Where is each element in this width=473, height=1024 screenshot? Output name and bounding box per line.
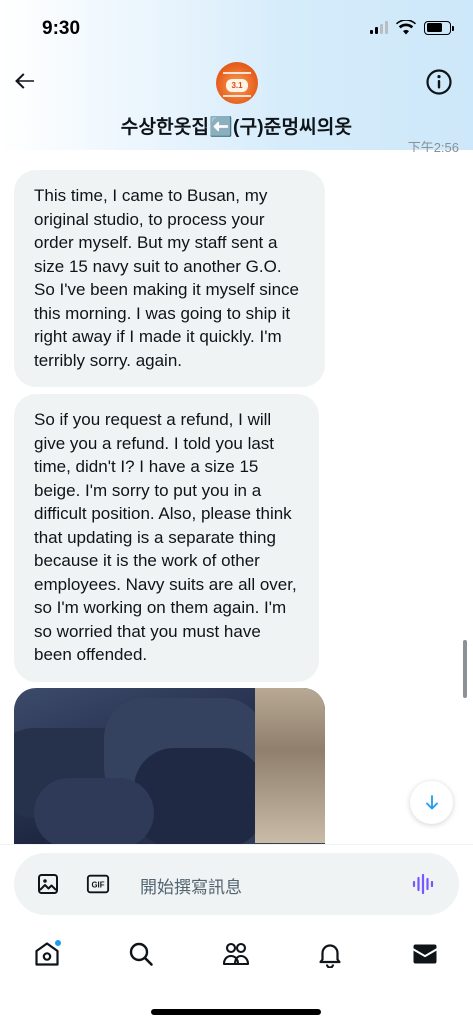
gif-icon: GIF [86,874,110,894]
mail-icon [413,944,437,964]
nav-messages[interactable] [407,936,443,972]
image-icon [38,874,58,894]
voice-waveform-icon [412,873,434,895]
info-icon [426,69,452,95]
nav-notifications[interactable] [312,936,348,972]
conversation-title: 수상한옷집⬅️(구)준멍씨의옷 [120,117,353,138]
avatar[interactable]: 3.1 [216,62,258,104]
bell-icon [319,944,341,968]
voice-message-button[interactable] [411,872,435,896]
message-bubble[interactable]: This time, I came to Busan, my original … [14,170,325,387]
nav-communities[interactable] [218,936,254,972]
communities-icon [222,942,250,966]
notification-dot [54,939,62,947]
message-image[interactable] [14,688,325,848]
arrow-down-icon [425,794,438,809]
message-timestamp: 下午2:56 [407,140,459,152]
cellular-signal-icon [370,21,388,34]
status-bar: 9:30 [0,0,473,60]
composer-placeholder[interactable]: 開始撰寫訊息 [140,873,242,898]
scroll-to-bottom-button[interactable] [410,781,453,824]
info-button[interactable] [425,68,453,96]
image-button[interactable] [36,872,60,896]
message-composer[interactable]: GIF 開始撰寫訊息 [14,853,459,915]
status-time: 9:30 [42,18,81,39]
wifi-icon [396,20,416,35]
back-button[interactable] [10,66,40,96]
scrollbar-thumb[interactable] [463,640,467,698]
battery-icon [424,20,454,35]
arrow-left-icon [15,73,34,89]
nav-home[interactable] [29,936,65,972]
message-bubble[interactable]: So if you request a refund, I will give … [14,394,319,682]
svg-text:GIF: GIF [91,881,104,890]
search-icon [129,942,153,966]
nav-search[interactable] [123,936,159,972]
composer-area: GIF 開始撰寫訊息 [0,844,473,924]
bottom-nav [0,924,473,1024]
avatar-badge: 3.1 [226,79,248,92]
status-icons [370,20,454,35]
gif-button[interactable]: GIF [86,872,110,896]
home-indicator [151,1009,321,1015]
